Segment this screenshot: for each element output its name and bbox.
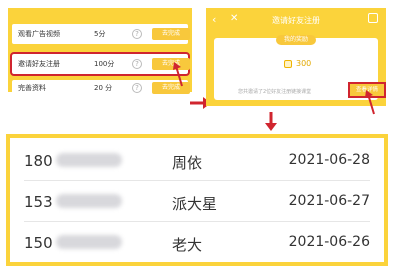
register-date: 2021-06-28: [288, 152, 370, 168]
go-complete-button[interactable]: 去完成: [152, 28, 190, 40]
task-row-watch-ad: 观看广告视频 5分 ? 去完成: [12, 24, 190, 44]
pointer-arrow-icon: [365, 90, 375, 115]
masked-phone: [56, 235, 122, 249]
user-name: 周依: [172, 154, 203, 172]
user-name: 老大: [172, 236, 203, 254]
invite-detail-panel: 180 周依 2021-06-28 153 派大星 2021-06-27 150…: [6, 134, 388, 266]
help-icon[interactable]: ?: [132, 59, 142, 69]
reward-card: 我的奖励 300 您共邀请了2位好友注册链接课堂 查看详情: [214, 35, 386, 100]
page-title: 邀请好友注册: [272, 16, 320, 25]
user-name: 派大星: [172, 195, 218, 213]
list-item: 150 老大 2021-06-26: [10, 222, 384, 263]
task-points: 5分: [94, 30, 106, 38]
phone-number: 150: [24, 234, 53, 252]
invite-detail-list: 180 周依 2021-06-28 153 派大星 2021-06-27 150…: [10, 138, 384, 262]
pointer-arrow-icon: [173, 62, 183, 87]
phone-number: 180: [24, 152, 53, 170]
task-row-complete-profile: 完善资料 20 分 ? 去完成: [12, 80, 190, 96]
task-name: 邀请好友注册: [18, 60, 60, 68]
register-date: 2021-06-26: [288, 234, 370, 250]
list-item: 180 周依 2021-06-28: [10, 140, 384, 181]
reward-points: 300: [296, 59, 312, 68]
task-points: 20 分: [94, 84, 113, 92]
masked-phone: [56, 194, 122, 208]
task-list-panel: 观看广告视频 5分 ? 去完成 邀请好友注册 100分 ? 去完成 完善资料 2…: [8, 8, 192, 96]
task-points: 100分: [94, 60, 115, 68]
task-name: 完善资料: [18, 84, 46, 92]
invite-count-note: 您共邀请了2位好友注册链接课堂: [238, 89, 312, 95]
my-reward-tag: 我的奖励: [276, 35, 316, 45]
help-icon[interactable]: ?: [132, 83, 142, 93]
register-date: 2021-06-27: [288, 193, 370, 209]
task-row-invite-friend: 邀请好友注册 100分 ? 去完成: [10, 52, 190, 76]
masked-phone: [56, 153, 122, 167]
coin-icon: [284, 60, 292, 68]
down-arrow-icon: [265, 112, 277, 131]
help-icon[interactable]: ?: [132, 29, 142, 39]
invite-friend-screen: ‹ ✕ 邀请好友注册 我的奖励 300 您共邀请了2位好友注册链接课堂 查看详情: [206, 8, 386, 106]
task-name: 观看广告视频: [18, 30, 60, 38]
phone-number: 153: [24, 193, 53, 211]
share-icon[interactable]: [368, 13, 378, 23]
list-item: 153 派大星 2021-06-27: [10, 181, 384, 222]
